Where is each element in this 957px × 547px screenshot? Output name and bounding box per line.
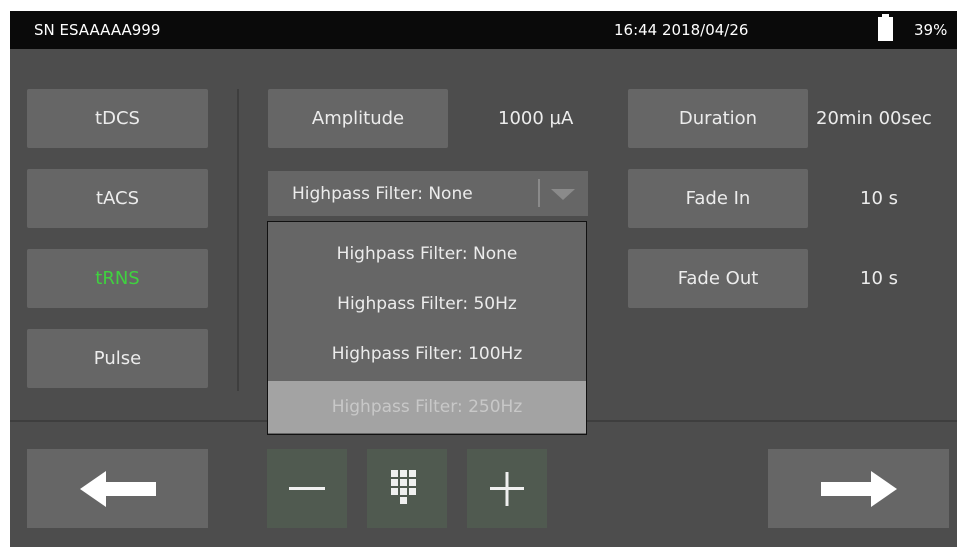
serial-number: SN ESAAAAA999: [34, 21, 161, 39]
keypad-button[interactable]: [367, 449, 447, 528]
mode-button-tdcs[interactable]: tDCS: [27, 89, 208, 148]
dropdown-option-none[interactable]: Highpass Filter: None: [268, 232, 586, 275]
highpass-filter-select[interactable]: Highpass Filter: None: [268, 171, 588, 216]
fade-in-button[interactable]: Fade In: [628, 169, 808, 228]
mode-button-tacs[interactable]: tACS: [27, 169, 208, 228]
highpass-selected-value: Highpass Filter: None: [292, 183, 473, 204]
fade-out-button[interactable]: Fade Out: [628, 249, 808, 308]
dropdown-option-100hz[interactable]: Highpass Filter: 100Hz: [268, 332, 586, 375]
date-time: 16:44 2018/04/26: [614, 21, 749, 39]
mode-label: tDCS: [95, 108, 140, 129]
dropdown-option-50hz[interactable]: Highpass Filter: 50Hz: [268, 282, 586, 325]
next-button[interactable]: [768, 449, 949, 528]
amplitude-label: Amplitude: [311, 108, 405, 129]
plus-icon: [490, 471, 524, 506]
fade-out-value: 10 s: [860, 268, 899, 289]
status-bar: SN ESAAAAA999 16:44 2018/04/26 39%: [10, 11, 957, 49]
back-button[interactable]: [27, 449, 208, 528]
minus-icon: [289, 486, 325, 490]
mode-label: tACS: [95, 188, 140, 209]
fade-in-value: 10 s: [860, 188, 899, 209]
battery-percent: 39%: [914, 21, 948, 39]
mode-button-trns[interactable]: tRNS: [27, 249, 208, 308]
fade-in-label: Fade In: [685, 188, 751, 209]
increase-button[interactable]: [467, 449, 547, 528]
keypad-icon: [391, 469, 416, 504]
vertical-divider: [237, 89, 239, 391]
battery-icon: [878, 14, 893, 41]
fade-out-label: Fade Out: [677, 268, 759, 289]
arrow-right-icon: [820, 470, 897, 507]
dropdown-option-250hz[interactable]: Highpass Filter: 250Hz: [268, 381, 586, 433]
chevron-down-icon: [551, 189, 575, 200]
duration-label: Duration: [678, 108, 758, 129]
select-separator: [538, 179, 540, 207]
mode-button-pulse[interactable]: Pulse: [27, 329, 208, 388]
decrease-button[interactable]: [267, 449, 347, 528]
mode-label-active: tRNS: [95, 268, 140, 289]
arrow-left-icon: [79, 470, 156, 507]
device-screen: SN ESAAAAA999 16:44 2018/04/26 39% tDCS …: [10, 11, 957, 547]
highpass-filter-dropdown: Highpass Filter: None Highpass Filter: 5…: [267, 221, 587, 435]
amplitude-button[interactable]: Amplitude: [268, 89, 448, 148]
amplitude-value: 1000 µA: [498, 108, 574, 129]
duration-button[interactable]: Duration: [628, 89, 808, 148]
mode-label: Pulse: [93, 348, 142, 369]
duration-value: 20min 00sec: [816, 108, 932, 129]
